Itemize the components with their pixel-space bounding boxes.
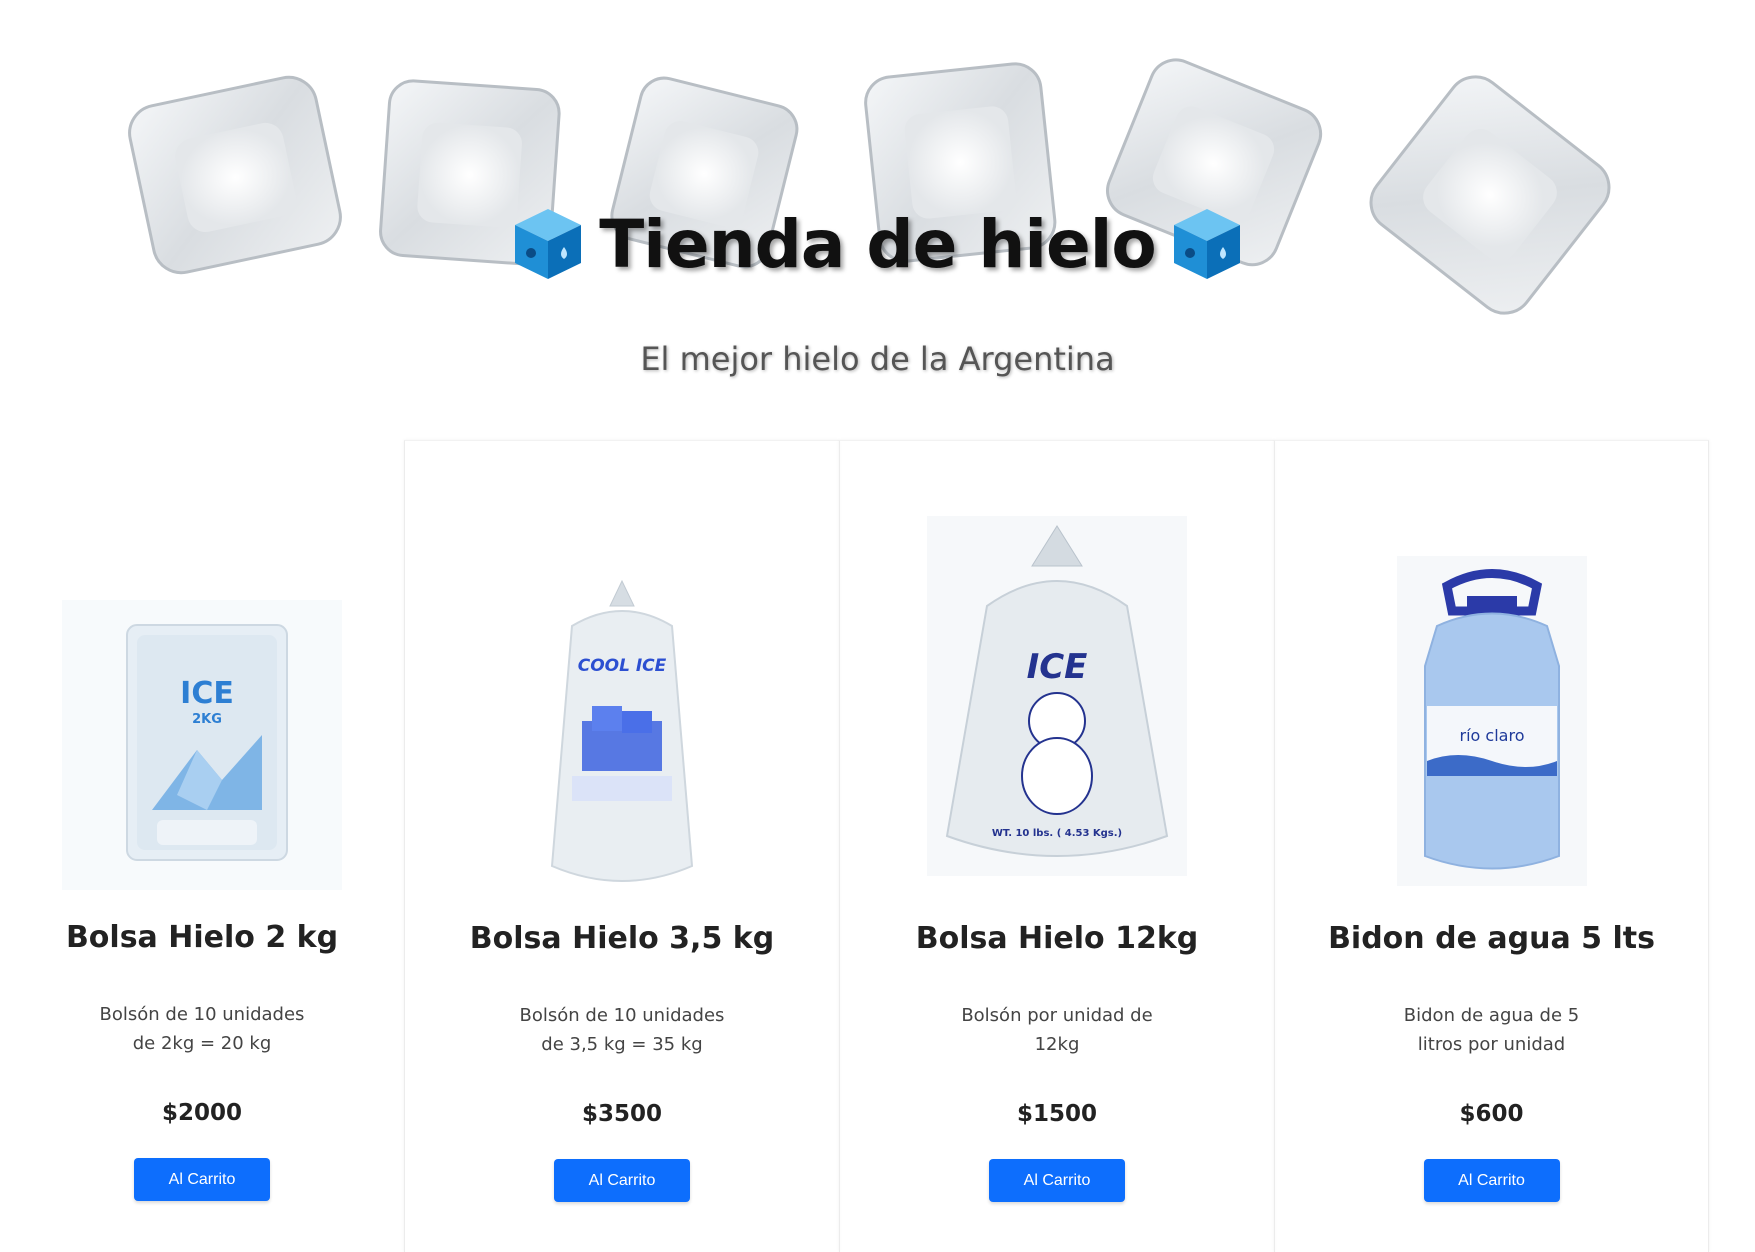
- ice-cube-icon: [1173, 209, 1240, 279]
- product-description: Bolsón por unidad de 12kg: [961, 1005, 1153, 1055]
- add-to-cart-button[interactable]: Al Carrito: [554, 1159, 690, 1202]
- product-image-ice-bag-3-5kg: COOL ICE: [405, 501, 839, 921]
- product-title: Bolsa Hielo 2 kg: [65, 920, 339, 955]
- product-price: $3500: [581, 1101, 663, 1127]
- ice-cube-6: [1369, 75, 1611, 315]
- product-price: $600: [1459, 1101, 1524, 1127]
- page-title: Tienda de hielo: [599, 205, 1156, 283]
- add-to-cart-button[interactable]: Al Carrito: [134, 1158, 270, 1201]
- product-image-ice-bag-2kg: ICE 2KG: [0, 500, 404, 920]
- bag-weight-text: WT. 10 lbs. ( 4.53 Kgs.): [992, 828, 1122, 839]
- product-title: Bolsa Hielo 3,5 kg: [469, 921, 775, 956]
- bottle-brand-text: río claro: [1459, 726, 1524, 745]
- add-to-cart-button[interactable]: Al Carrito: [989, 1159, 1125, 1202]
- product-card: COOL ICE Bolsa Hielo 3,5 kg Bolsón de 10…: [404, 440, 839, 1252]
- product-price: $2000: [161, 1100, 243, 1126]
- ice-cube-icon: [515, 209, 582, 279]
- product-card: río claro Bidon de agua 5 lts Bidon de a…: [1274, 440, 1709, 1252]
- add-to-cart-button[interactable]: Al Carrito: [1423, 1159, 1560, 1202]
- product-title: Bidon de agua 5 lts: [1328, 921, 1655, 956]
- product-card: ICE 2KG Bolsa Hielo 2 kg Bolsón de 10 un…: [0, 440, 404, 1252]
- product-image-water-bottle-5l: río claro: [1275, 501, 1708, 921]
- product-card: ICE WT. 10 lbs. ( 4.53 Kgs.) Bolsa Hielo…: [839, 440, 1274, 1252]
- product-grid: ICE 2KG Bolsa Hielo 2 kg Bolsón de 10 un…: [0, 440, 1755, 1252]
- product-image-ice-bag-12kg: ICE WT. 10 lbs. ( 4.53 Kgs.): [840, 501, 1274, 921]
- product-price: $1500: [1016, 1101, 1098, 1127]
- bag-brand-text: ICE: [180, 676, 234, 711]
- product-description: Bidon de agua de 5 litros por unidad: [1403, 1005, 1580, 1055]
- bag-brand-text: COOL ICE: [578, 656, 667, 676]
- page-title-row: Tienda de hielo: [0, 205, 1755, 283]
- hero-banner: Tienda de hielo El mejor hielo de la Arg…: [0, 0, 1755, 400]
- product-description: Bolsón de 10 unidades de 2kg = 20 kg: [99, 1004, 305, 1054]
- product-description: Bolsón de 10 unidades de 3,5 kg = 35 kg: [519, 1005, 725, 1055]
- product-title: Bolsa Hielo 12kg: [915, 921, 1199, 956]
- bag-weight-text: 2KG: [192, 712, 222, 727]
- page-subtitle: El mejor hielo de la Argentina: [640, 340, 1115, 378]
- bag-brand-text: ICE: [1027, 647, 1088, 687]
